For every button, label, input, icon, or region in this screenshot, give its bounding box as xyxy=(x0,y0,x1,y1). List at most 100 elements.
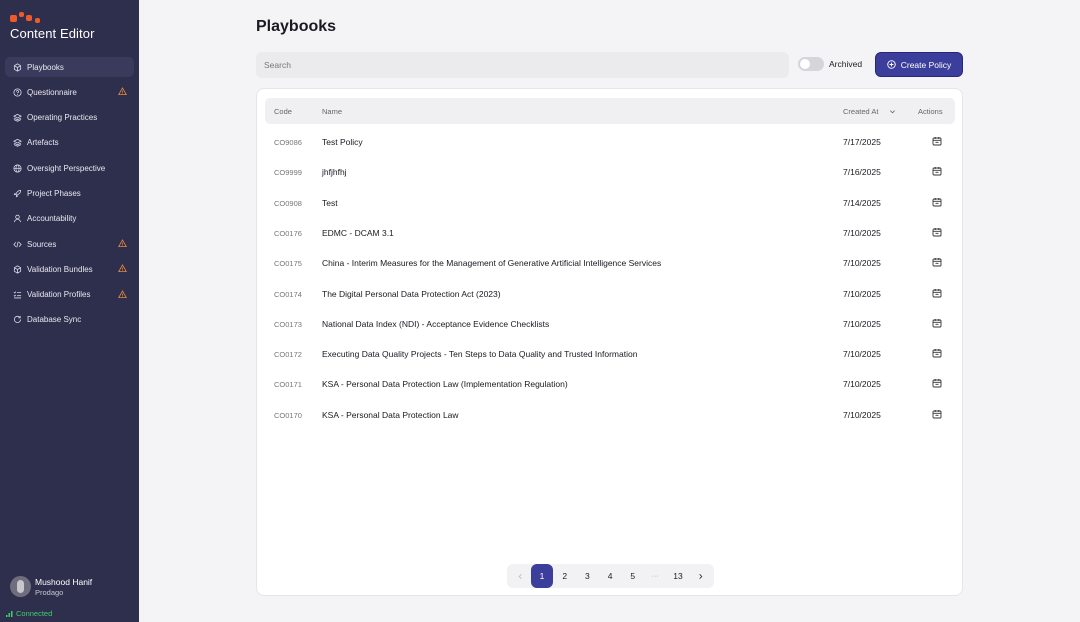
sidebar-item-label: Validation Profiles xyxy=(27,290,91,300)
sidebar-item-operating-practices[interactable]: Operating Practices xyxy=(5,108,134,128)
row-code: CO0175 xyxy=(274,259,302,269)
table-row[interactable]: CO0176 EDMC - DCAM 3.1 7/10/2025 xyxy=(265,218,955,248)
user-icon xyxy=(12,214,22,224)
pagination-page-3[interactable]: 3 xyxy=(576,564,598,588)
row-name[interactable]: Test xyxy=(322,198,338,208)
row-code: CO9086 xyxy=(274,138,302,147)
sidebar-item-label: Database Sync xyxy=(27,315,82,325)
pagination-prev-button[interactable] xyxy=(509,564,531,588)
column-header-actions: Actions xyxy=(918,107,943,116)
calendar-icon[interactable] xyxy=(932,227,942,237)
sidebar-item-artefacts[interactable]: Artefacts xyxy=(5,133,134,153)
sidebar-item-project-phases[interactable]: Project Phases xyxy=(5,183,134,203)
pagination-ellipsis: ··· xyxy=(651,572,659,580)
row-created-at: 7/14/2025 xyxy=(843,197,881,208)
calendar-icon[interactable] xyxy=(932,348,942,358)
calendar-icon[interactable] xyxy=(932,409,942,419)
column-header-created-at[interactable]: Created At xyxy=(843,107,878,116)
row-name[interactable]: National Data Index (NDI) - Acceptance E… xyxy=(322,319,549,329)
calendar-icon[interactable] xyxy=(932,136,942,146)
table-row[interactable]: CO0172 Executing Data Quality Projects - … xyxy=(265,339,955,369)
table-header: Code Name Created At Actions xyxy=(265,98,955,124)
row-created-at: 7/16/2025 xyxy=(843,167,881,178)
table-row[interactable]: CO0171 KSA - Personal Data Protection Law… xyxy=(265,369,955,399)
pagination-page-last[interactable]: 13 xyxy=(667,564,689,588)
sidebar-item-label: Operating Practices xyxy=(27,113,98,123)
layers-icon xyxy=(12,138,22,148)
chevron-down-icon[interactable] xyxy=(889,108,896,115)
sidebar-item-label: Sources xyxy=(27,239,57,249)
pagination-page-1[interactable]: 1 xyxy=(531,564,553,588)
pagination-page-4[interactable]: 4 xyxy=(599,564,621,588)
row-name[interactable]: EDMC - DCAM 3.1 xyxy=(322,228,394,238)
row-created-at: 7/10/2025 xyxy=(843,409,881,420)
pagination-page-2[interactable]: 2 xyxy=(554,564,576,588)
code-icon xyxy=(12,239,22,249)
table-row[interactable]: CO9999 jhfjhfhj 7/16/2025 xyxy=(265,157,955,187)
sidebar-item-validation-bundles[interactable]: Validation Bundles xyxy=(5,259,134,279)
sidebar-item-validation-profiles[interactable]: Validation Profiles xyxy=(5,285,134,305)
package-icon xyxy=(12,264,22,274)
table-row[interactable]: CO9086 Test Policy 7/17/2025 xyxy=(265,127,955,157)
sidebar-item-label: Artefacts xyxy=(27,138,59,148)
table-row[interactable]: CO0175 China - Interim Measures for the M… xyxy=(265,248,955,278)
calendar-icon[interactable] xyxy=(932,288,942,298)
rocket-icon xyxy=(12,188,22,198)
row-name[interactable]: jhfjhfhj xyxy=(322,167,347,177)
sidebar-item-accountability[interactable]: Accountability xyxy=(5,209,134,229)
warning-icon xyxy=(118,264,127,273)
row-name[interactable]: China - Interim Measures for the Managem… xyxy=(322,258,661,268)
sidebar-item-label: Oversight Perspective xyxy=(27,163,106,173)
table-row[interactable]: CO0174 The Digital Personal Data Protecti… xyxy=(265,279,955,309)
sidebar-item-playbooks[interactable]: Playbooks xyxy=(5,57,134,77)
page-title: Playbooks xyxy=(256,18,337,35)
connection-status: Connected xyxy=(6,609,52,618)
row-name[interactable]: KSA - Personal Data Protection Law xyxy=(322,410,459,420)
warning-icon xyxy=(118,289,127,298)
table-row[interactable]: CO0908 Test 7/14/2025 xyxy=(265,188,955,218)
column-header-name: Name xyxy=(322,107,343,116)
calendar-icon[interactable] xyxy=(932,257,942,267)
sidebar-item-label: Questionnaire xyxy=(27,87,77,97)
help-circle-icon xyxy=(12,87,22,97)
refresh-icon xyxy=(12,315,22,325)
table-row[interactable]: CO0173 National Data Index (NDI) - Accept… xyxy=(265,309,955,339)
row-created-at: 7/10/2025 xyxy=(843,379,881,390)
calendar-icon[interactable] xyxy=(932,378,942,388)
pagination-page-5[interactable]: 5 xyxy=(622,564,644,588)
row-created-at: 7/10/2025 xyxy=(843,227,881,238)
sidebar-item-label: Playbooks xyxy=(27,62,64,72)
table-row[interactable]: CO0170 KSA - Personal Data Protection Law… xyxy=(265,400,955,430)
calendar-icon[interactable] xyxy=(932,318,942,328)
row-created-at: 7/10/2025 xyxy=(843,288,881,299)
brand-logo-icon xyxy=(10,12,44,24)
calendar-icon[interactable] xyxy=(932,166,942,176)
create-policy-button[interactable]: Create Policy xyxy=(875,52,963,77)
brand: Content Editor xyxy=(10,12,95,41)
row-created-at: 7/10/2025 xyxy=(843,258,881,269)
sidebar-item-database-sync[interactable]: Database Sync xyxy=(5,310,134,330)
sidebar-item-oversight-perspective[interactable]: Oversight Perspective xyxy=(5,158,134,178)
sidebar-nav: Playbooks Questionnaire Operating Practice… xyxy=(5,57,134,335)
calendar-icon[interactable] xyxy=(932,197,942,207)
list-checks-icon xyxy=(12,290,22,300)
row-code: CO9999 xyxy=(274,168,302,178)
pagination: 1 2 3 4 5 ··· 13 xyxy=(507,564,714,588)
chevron-right-icon xyxy=(698,573,702,579)
archived-toggle[interactable] xyxy=(798,57,824,71)
pagination-next-button[interactable] xyxy=(689,564,711,588)
row-name[interactable]: Test Policy xyxy=(322,137,363,147)
row-name[interactable]: The Digital Personal Data Protection Act… xyxy=(322,289,501,299)
archived-toggle-group: Archived xyxy=(798,57,862,71)
row-code: CO0170 xyxy=(274,410,302,420)
sidebar-item-questionnaire[interactable]: Questionnaire xyxy=(5,82,134,102)
sidebar-item-label: Accountability xyxy=(27,214,77,224)
row-name[interactable]: KSA - Personal Data Protection Law (Impl… xyxy=(322,379,568,389)
sidebar-item-sources[interactable]: Sources xyxy=(5,234,134,254)
row-code: CO0908 xyxy=(274,198,302,208)
search-input[interactable] xyxy=(256,52,789,78)
avatar[interactable] xyxy=(10,576,31,597)
row-created-at: 7/17/2025 xyxy=(843,137,881,147)
user-profile[interactable]: Mushood Hanif Prodago xyxy=(10,576,92,597)
row-name[interactable]: Executing Data Quality Projects - Ten St… xyxy=(322,349,637,359)
